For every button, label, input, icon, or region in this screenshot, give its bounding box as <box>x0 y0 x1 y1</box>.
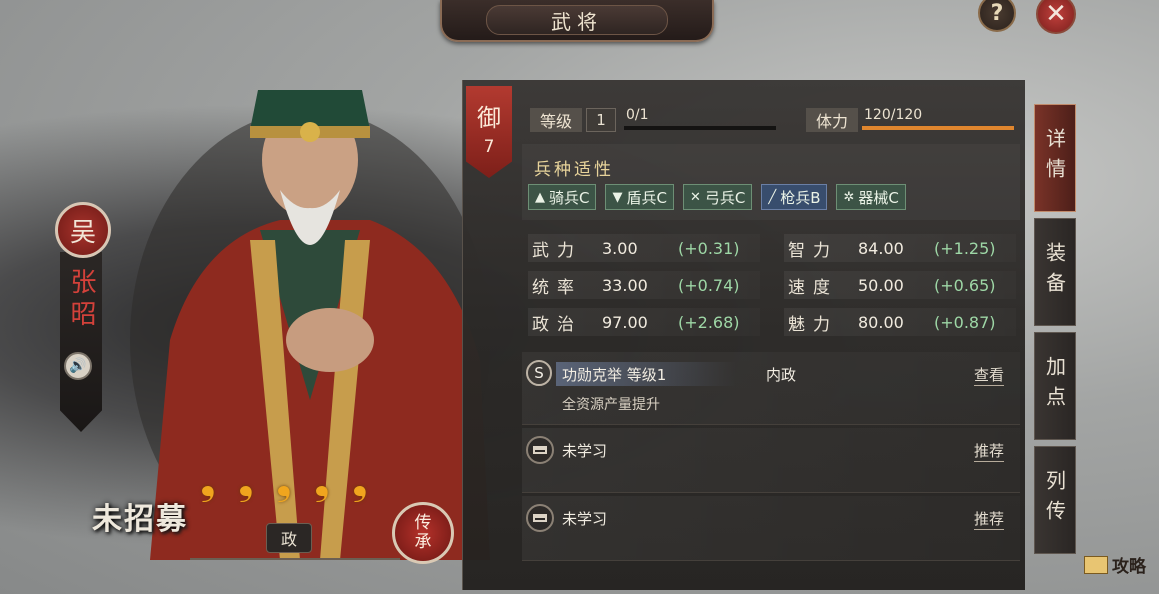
stat-row: 智力 84.00 (+1.25) <box>784 234 1016 262</box>
stat-row: 政治 97.00 (+2.68) <box>528 308 760 336</box>
skill-description: 全资源产量提升 <box>562 397 660 413</box>
exp-text: 0/1 <box>626 107 649 123</box>
aptitude-label: 枪兵B <box>780 188 821 207</box>
tab-equipment[interactable]: 装备 <box>1034 218 1076 326</box>
aptitude-label: 骑兵C <box>549 188 590 207</box>
voice-button[interactable]: 🔊 <box>64 352 92 380</box>
stat-row: 统率 33.00 (+0.74) <box>528 271 760 299</box>
skill-name: 未学习 <box>562 442 608 460</box>
star-icon: ❟ <box>200 458 216 504</box>
aptitude-chip-bow[interactable]: ✕ 弓兵C <box>682 184 753 210</box>
stat-row: 武力 3.00 (+0.31) <box>528 234 760 262</box>
stat-growth: (+2.68) <box>678 312 740 332</box>
bow-icon: ✕ <box>689 189 701 205</box>
stat-value: 3.00 <box>602 238 638 258</box>
level-label: 等级 <box>530 108 582 132</box>
strategy-label: 攻略 <box>1112 557 1146 577</box>
stat-name: 速度 <box>788 277 838 298</box>
aptitude-label: 弓兵C <box>704 188 746 207</box>
aptitude-chip-shield[interactable]: ▼ 盾兵C <box>605 184 674 210</box>
speaker-icon: 🔊 <box>69 358 87 374</box>
stat-growth: (+0.74) <box>678 275 740 295</box>
gear-icon: ✲ <box>843 189 855 205</box>
stamina-label: 体力 <box>806 108 858 132</box>
stat-name: 统率 <box>532 277 582 298</box>
aptitude-label: 器械C <box>858 188 899 207</box>
tab-details[interactable]: 详情 <box>1034 104 1076 212</box>
aptitude-chip-siege[interactable]: ✲ 器械C <box>836 184 906 210</box>
aptitude-title: 兵种适性 <box>534 160 614 180</box>
skill-type: 内政 <box>766 366 797 384</box>
exp-bar <box>624 126 776 130</box>
star-icon: ❟ <box>352 458 368 504</box>
skill-row: S 功勋克举 等级1 内政 全资源产量提升 查看 <box>522 352 1020 425</box>
stat-value: 50.00 <box>858 275 904 295</box>
star-icon: ❟ <box>238 458 254 504</box>
aptitude-chip-spear[interactable]: ╱ 枪兵B <box>761 184 828 210</box>
inherit-label: 传承 <box>414 513 432 552</box>
role-tag: 政 <box>266 523 312 553</box>
general-name: 张昭 <box>66 268 96 332</box>
stat-growth: (+0.87) <box>934 312 996 332</box>
spear-icon: ╱ <box>768 189 777 205</box>
strategy-button[interactable]: 攻略 <box>1084 552 1146 577</box>
inherit-button[interactable]: 传承 <box>392 502 454 564</box>
aptitude-label: 盾兵C <box>626 188 667 207</box>
tab-points[interactable]: 加点 <box>1034 332 1076 440</box>
skill-row: 未学习 推荐 <box>522 496 1020 561</box>
stat-name: 魅力 <box>788 314 838 335</box>
level-value: 1 <box>586 108 616 132</box>
empty-skill-slot-icon <box>526 504 554 532</box>
stat-value: 33.00 <box>602 275 648 295</box>
stat-value: 80.00 <box>858 312 904 332</box>
recommend-skill-button[interactable]: 推荐 <box>973 440 1004 462</box>
skill-row: 未学习 推荐 <box>522 428 1020 493</box>
skill-list: S 功勋克举 等级1 内政 全资源产量提升 查看 未学习 推荐 未学习 推荐 <box>522 352 1020 564</box>
stat-name: 政治 <box>532 314 582 335</box>
skill-name: 未学习 <box>562 510 608 528</box>
stat-value: 97.00 <box>602 312 648 332</box>
recommend-skill-button[interactable]: 推荐 <box>973 508 1004 530</box>
tab-biography[interactable]: 列传 <box>1034 446 1076 554</box>
faction-badge: 吴 <box>55 202 111 258</box>
shield-icon: ▼ <box>612 189 623 205</box>
stat-name: 武力 <box>532 240 582 261</box>
recruit-status-stamp: 未招募 <box>92 502 188 537</box>
horse-icon: ▲ <box>535 189 545 205</box>
stat-growth: (+0.65) <box>934 275 996 295</box>
stat-growth: (+1.25) <box>934 238 996 258</box>
empty-skill-slot-icon <box>526 436 554 464</box>
title-plate: 武将 <box>440 0 714 42</box>
star-icon: ❟ <box>314 458 330 504</box>
stamina-bar-fill <box>862 126 1014 130</box>
scroll-icon <box>1084 555 1108 574</box>
stamina-bar <box>862 126 1014 130</box>
aptitude-chip-cavalry[interactable]: ▲ 骑兵C <box>528 184 597 210</box>
star-icon: ❟ <box>276 458 292 504</box>
stat-name: 智力 <box>788 240 838 261</box>
star-rating: ❟ ❟ ❟ ❟ ❟ <box>200 458 382 504</box>
aptitude-chips: ▲ 骑兵C ▼ 盾兵C ✕ 弓兵C ╱ 枪兵B ✲ 器械C <box>528 184 906 210</box>
page-title: 武将 <box>486 5 668 35</box>
stamina-text: 120/120 <box>864 107 923 123</box>
stat-row: 速度 50.00 (+0.65) <box>784 271 1016 299</box>
stat-row: 魅力 80.00 (+0.87) <box>784 308 1016 336</box>
skill-name: 功勋克举 等级1 <box>562 366 667 384</box>
stat-growth: (+0.31) <box>678 238 740 258</box>
stat-value: 84.00 <box>858 238 904 258</box>
rank-value: 7 <box>483 137 495 157</box>
rank-label: 御 <box>477 104 501 132</box>
skill-badge: S <box>526 360 552 386</box>
view-skill-button[interactable]: 查看 <box>973 364 1004 386</box>
rank-banner: 御 7 <box>466 86 512 178</box>
